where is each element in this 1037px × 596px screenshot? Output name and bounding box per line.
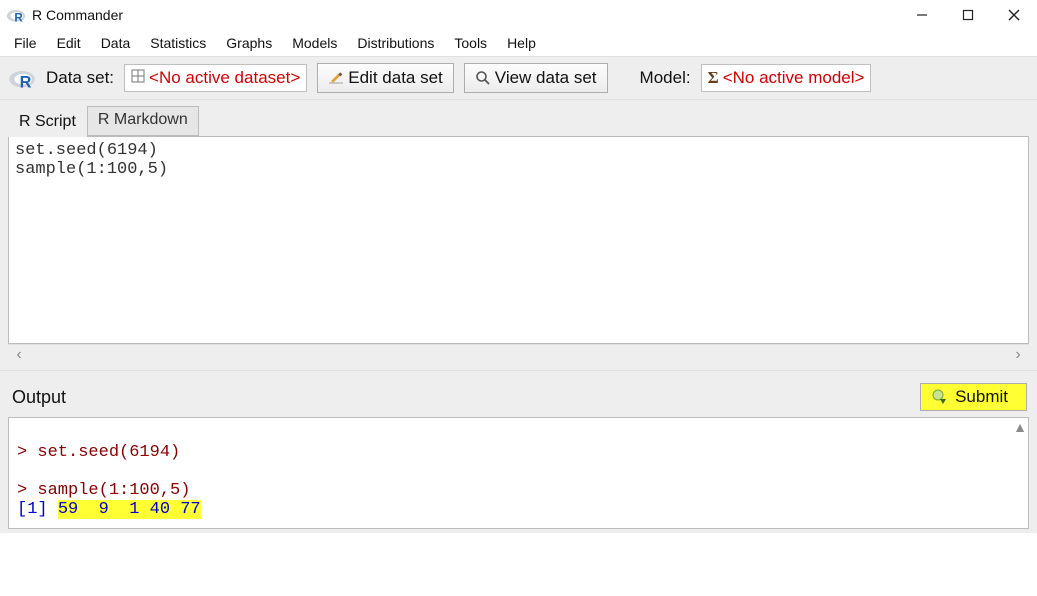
magnifier-icon xyxy=(475,70,491,86)
menu-statistics[interactable]: Statistics xyxy=(142,33,214,53)
svg-text:R: R xyxy=(20,73,32,91)
window-title: R Commander xyxy=(32,7,123,23)
svg-text:R: R xyxy=(14,12,23,25)
r-logo-icon: R xyxy=(6,5,26,25)
tab-r-markdown[interactable]: R Markdown xyxy=(87,106,199,136)
output-scroll-up-icon[interactable]: ▲ xyxy=(1013,419,1027,435)
menu-bar: File Edit Data Statistics Graphs Models … xyxy=(0,30,1037,56)
output-label: Output xyxy=(12,387,66,408)
output-result-highlight: 59 9 1 40 77 xyxy=(58,500,201,519)
model-value: <No active model> xyxy=(723,68,865,88)
close-button[interactable] xyxy=(991,0,1037,30)
maximize-button[interactable] xyxy=(945,0,991,30)
r-logo-icon: R xyxy=(8,64,36,92)
menu-help[interactable]: Help xyxy=(499,33,544,53)
menu-data[interactable]: Data xyxy=(93,33,139,53)
script-tabs: R Script R Markdown xyxy=(0,100,1037,136)
view-dataset-label: View data set xyxy=(495,68,597,88)
tab-r-script[interactable]: R Script xyxy=(8,108,87,137)
scroll-right-icon[interactable]: › xyxy=(1009,346,1027,364)
script-editor[interactable]: set.seed(6194) sample(1:100,5) xyxy=(8,136,1029,344)
output-pane[interactable]: > set.seed(6194) > sample(1:100,5) [1] 5… xyxy=(8,417,1029,529)
edit-dataset-label: Edit data set xyxy=(348,68,443,88)
dataset-selector[interactable]: <No active dataset> xyxy=(124,64,307,92)
view-dataset-button[interactable]: View data set xyxy=(464,63,608,93)
table-icon xyxy=(131,68,145,88)
menu-tools[interactable]: Tools xyxy=(446,33,495,53)
toolbar: R Data set: <No active dataset> Edit dat… xyxy=(0,56,1037,100)
script-editor-wrap: set.seed(6194) sample(1:100,5) ‹ › xyxy=(0,136,1037,370)
dataset-label: Data set: xyxy=(46,68,114,88)
menu-file[interactable]: File xyxy=(6,33,45,53)
model-selector[interactable]: Σ <No active model> xyxy=(701,64,872,92)
edit-dataset-button[interactable]: Edit data set xyxy=(317,63,454,93)
submit-button[interactable]: Submit xyxy=(920,383,1027,411)
menu-distributions[interactable]: Distributions xyxy=(349,33,442,53)
title-bar: R R Commander xyxy=(0,0,1037,30)
menu-models[interactable]: Models xyxy=(284,33,345,53)
pencil-icon xyxy=(328,70,344,86)
submit-button-label: Submit xyxy=(955,387,1008,407)
run-icon xyxy=(931,388,949,406)
menu-graphs[interactable]: Graphs xyxy=(218,33,280,53)
scroll-left-icon[interactable]: ‹ xyxy=(10,346,28,364)
window-controls xyxy=(899,0,1037,30)
editor-horizontal-scrollbar[interactable]: ‹ › xyxy=(8,344,1029,364)
output-header: Output Submit xyxy=(0,370,1037,417)
dataset-value: <No active dataset> xyxy=(149,68,300,88)
menu-edit[interactable]: Edit xyxy=(49,33,89,53)
sigma-icon: Σ xyxy=(708,68,719,88)
minimize-button[interactable] xyxy=(899,0,945,30)
output-wrap: ▲ > set.seed(6194) > sample(1:100,5) [1]… xyxy=(0,417,1037,533)
model-label: Model: xyxy=(640,68,691,88)
